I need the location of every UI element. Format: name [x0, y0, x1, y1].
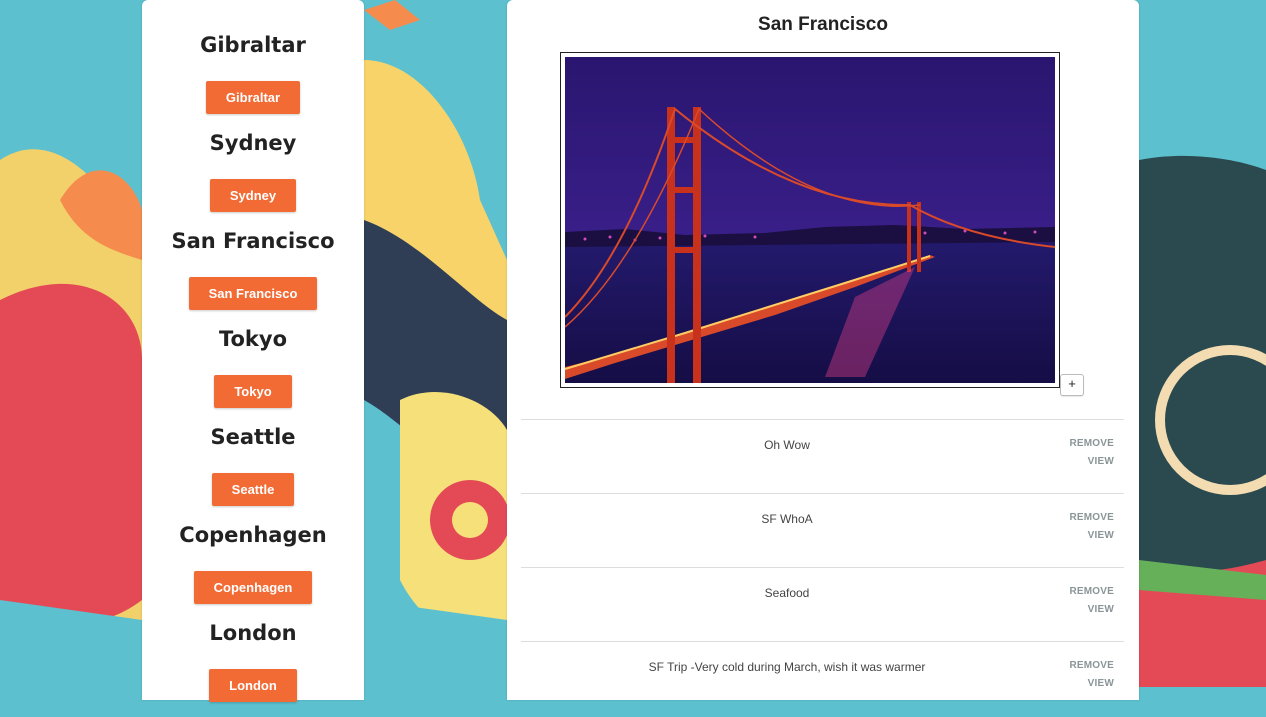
- city-name: Tokyo: [218, 327, 288, 351]
- city-name: Sydney: [209, 131, 297, 155]
- city-button-seattle[interactable]: Seattle: [211, 473, 295, 506]
- city-button-sydney[interactable]: Sydney: [209, 179, 297, 212]
- view-button[interactable]: VIEW: [1069, 456, 1114, 467]
- entry-actions: REMOVE VIEW: [1069, 586, 1114, 622]
- city-sidebar: Gibraltar Gibraltar Sydney Sydney San Fr…: [142, 0, 364, 702]
- city-button-copenhagen[interactable]: Copenhagen: [193, 571, 313, 604]
- city-block: Tokyo Tokyo: [142, 325, 364, 423]
- city-name: London: [209, 621, 297, 645]
- page-title: San Francisco: [758, 14, 888, 35]
- entry-title: Oh Wow: [764, 438, 810, 452]
- city-block: Copenhagen Copenhagen: [142, 521, 364, 619]
- city-list: Gibraltar Gibraltar Sydney Sydney San Fr…: [142, 0, 364, 717]
- view-button[interactable]: VIEW: [1069, 678, 1114, 689]
- city-photo: [560, 52, 1060, 388]
- view-button[interactable]: VIEW: [1069, 604, 1114, 615]
- city-block: San Francisco San Francisco: [142, 227, 364, 325]
- city-button-gibraltar[interactable]: Gibraltar: [205, 81, 301, 114]
- city-button-san-francisco[interactable]: San Francisco: [188, 277, 318, 310]
- city-name: Seattle: [210, 425, 296, 449]
- entry-actions: REMOVE VIEW: [1069, 438, 1114, 474]
- entry-title: Seafood: [764, 586, 810, 600]
- city-block: London London: [142, 619, 364, 717]
- remove-button[interactable]: REMOVE: [1069, 438, 1114, 449]
- list-item: Oh Wow REMOVE VIEW: [521, 419, 1124, 493]
- list-item: SF WhoA REMOVE VIEW: [521, 493, 1124, 567]
- city-name: Copenhagen: [179, 523, 327, 547]
- list-item: Seafood REMOVE VIEW: [521, 567, 1124, 641]
- entry-title: SF Trip -Very cold during March, wish it…: [648, 660, 926, 674]
- city-block: Seattle Seattle: [142, 423, 364, 521]
- view-button[interactable]: VIEW: [1069, 530, 1114, 541]
- city-button-tokyo[interactable]: Tokyo: [214, 375, 292, 408]
- city-name: Gibraltar: [200, 33, 306, 57]
- remove-button[interactable]: REMOVE: [1069, 660, 1114, 671]
- golden-gate-bridge-image: [565, 57, 1055, 383]
- remove-button[interactable]: REMOVE: [1069, 586, 1114, 597]
- entry-actions: REMOVE VIEW: [1069, 512, 1114, 548]
- add-entry-button[interactable]: +: [1060, 374, 1084, 396]
- list-item: SF Trip -Very cold during March, wish it…: [521, 641, 1124, 715]
- city-name: San Francisco: [171, 229, 335, 253]
- city-detail-panel: San Francisco + Oh Wow REMOVE VIEW SF Wh…: [507, 0, 1139, 700]
- city-button-london[interactable]: London: [209, 669, 297, 702]
- entry-list: Oh Wow REMOVE VIEW SF WhoA REMOVE VIEW S…: [521, 419, 1124, 715]
- city-block: Gibraltar Gibraltar: [142, 31, 364, 129]
- remove-button[interactable]: REMOVE: [1069, 512, 1114, 523]
- entry-actions: REMOVE VIEW: [1069, 660, 1114, 696]
- city-block: Sydney Sydney: [142, 129, 364, 227]
- entry-title: SF WhoA: [761, 512, 813, 526]
